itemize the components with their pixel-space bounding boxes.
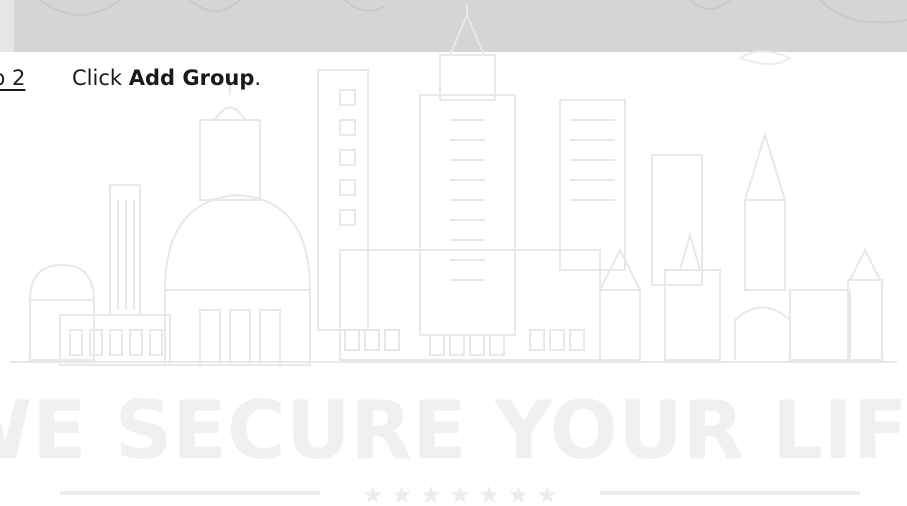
- step-text: Click Add Group.: [72, 63, 261, 93]
- step-suffix: .: [254, 66, 262, 90]
- header-band: [0, 0, 907, 52]
- step-prefix: Click: [72, 66, 129, 90]
- header-band-notch: [0, 0, 14, 52]
- step-number-link[interactable]: p 2: [0, 63, 25, 93]
- watermark-tagline: WE SECURE YOUR LIFE: [0, 384, 907, 477]
- watermark-stars: ★ ★ ★ ★ ★ ★ ★: [362, 481, 558, 506]
- add-group-action-label: Add Group: [128, 66, 255, 90]
